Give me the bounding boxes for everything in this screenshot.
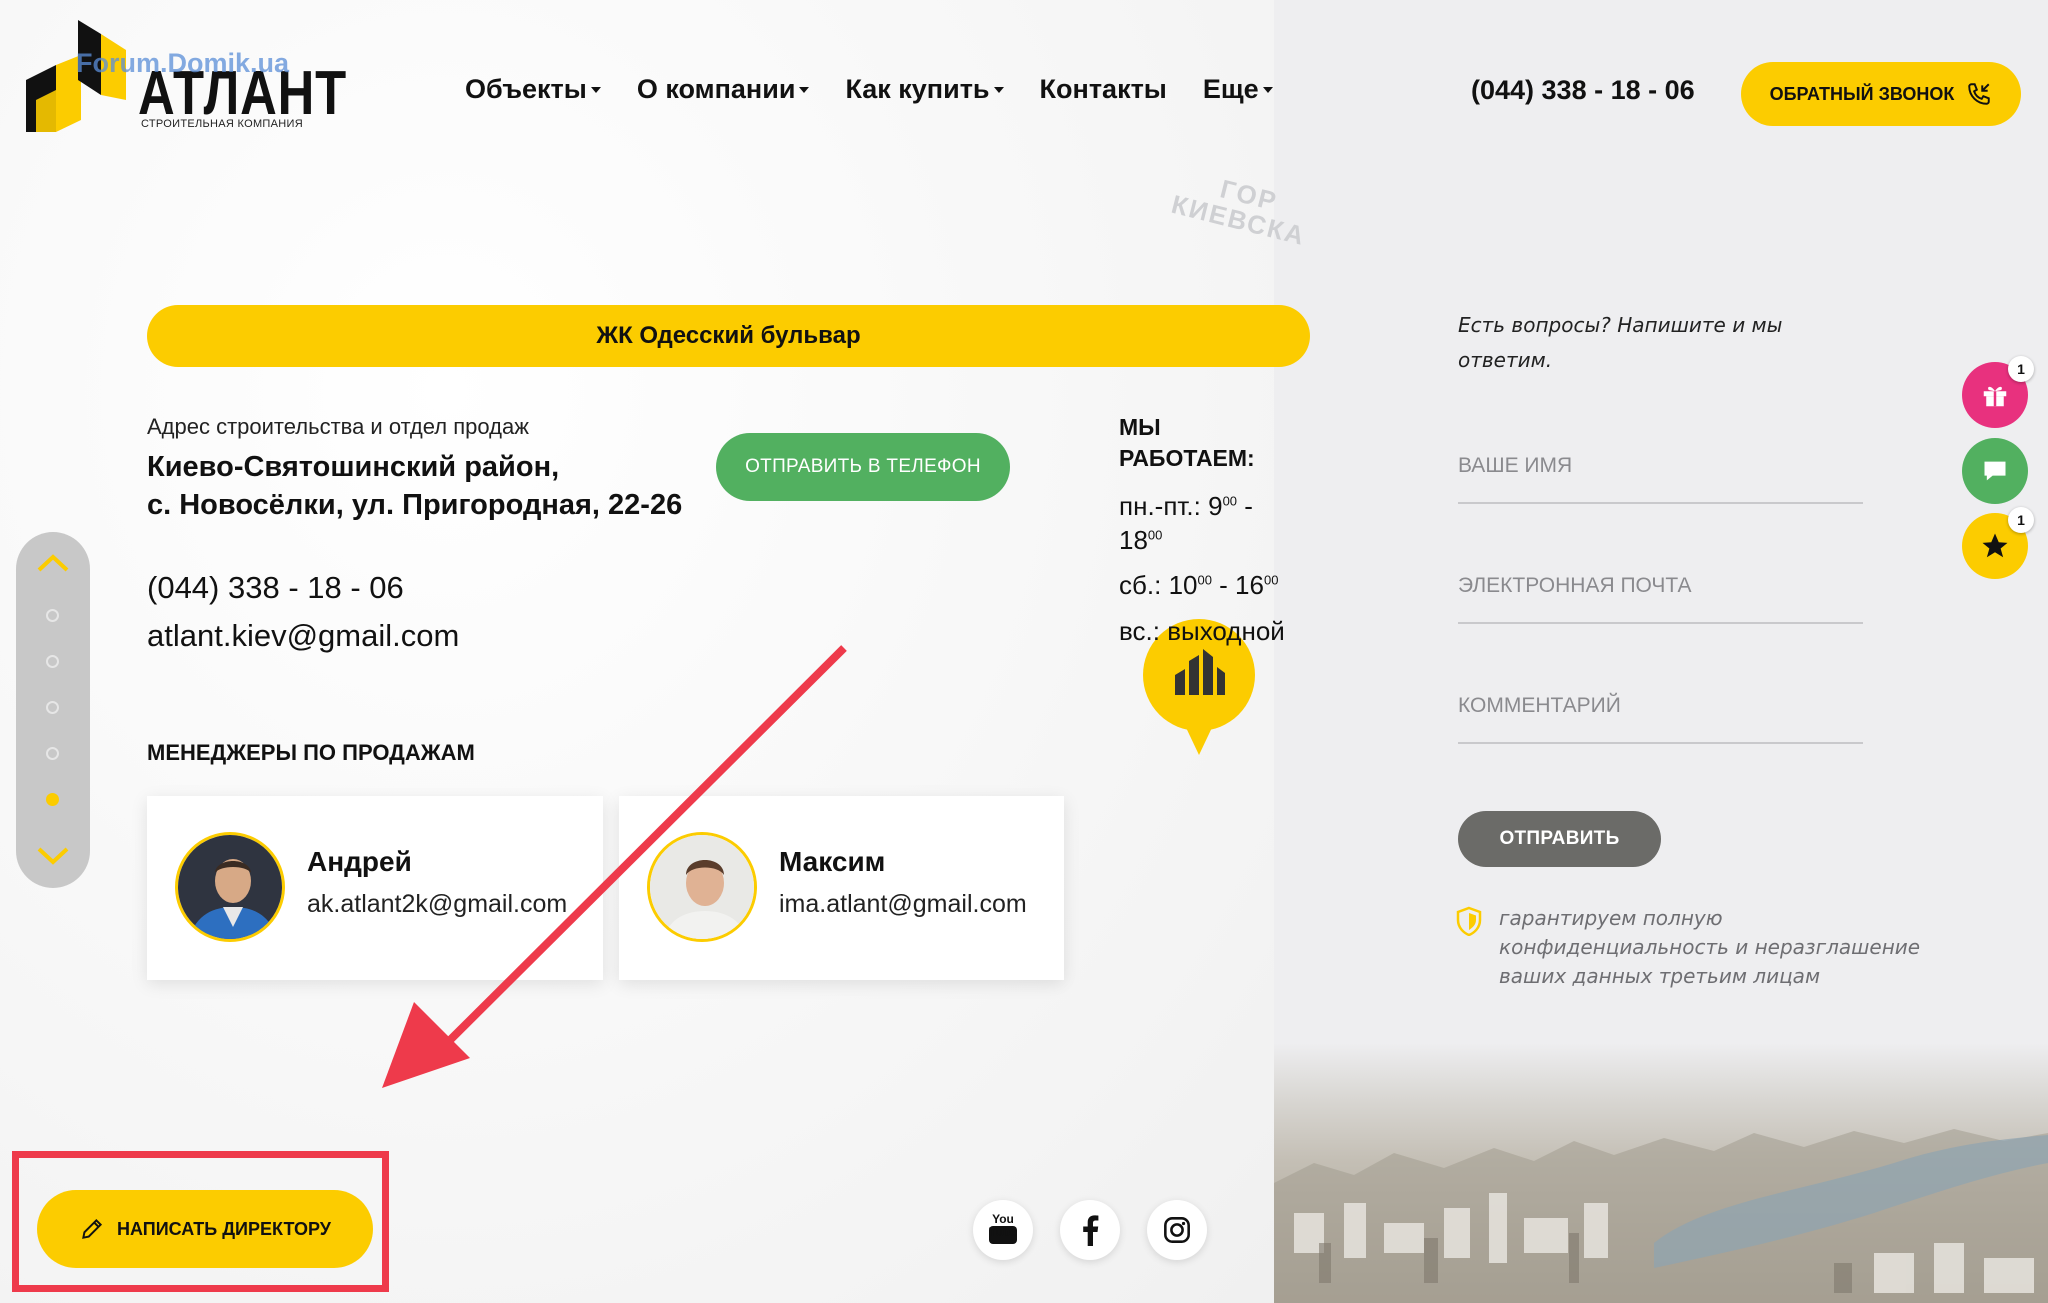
email-field-placeholder: ЭЛЕКТРОННАЯ ПОЧТА — [1458, 574, 1692, 597]
project-title-bar: ЖК Одесский бульвар — [147, 305, 1310, 367]
hours-title: МЫ РАБОТАЕМ: — [1119, 412, 1255, 474]
hours-weekdays-end-hour: 18 — [1119, 525, 1148, 555]
hours-weekdays-start: пн.-пт.: 9 — [1119, 491, 1223, 521]
chevron-down-icon — [799, 86, 810, 93]
manager-name: Максим — [779, 846, 886, 877]
chevron-down-icon — [1262, 86, 1273, 93]
slider-dot-3[interactable] — [46, 701, 59, 714]
hours-saturday-start: сб.: 10 — [1119, 570, 1198, 600]
manager-email[interactable]: ak.atlant2k@gmail.com — [307, 890, 567, 919]
shield-icon — [1456, 906, 1482, 936]
contact-phone[interactable]: (044) 338 - 18 - 06 — [147, 570, 404, 606]
city-panorama-image — [1274, 1043, 2048, 1303]
nav-contacts-label: Контакты — [1039, 74, 1167, 104]
send-to-phone-label: ОТПРАВИТЬ В ТЕЛЕФОН — [745, 456, 981, 477]
hours-weekdays-end-minutes: 00 — [1147, 527, 1163, 543]
callback-button[interactable]: ОБРАТНЫЙ ЗВОНОК — [1741, 62, 2021, 126]
comment-field[interactable]: КОММЕНТАРИЙ — [1458, 694, 1863, 744]
submit-button-label: ОТПРАВИТЬ — [1499, 828, 1620, 849]
hours-saturday-start-minutes: 00 — [1197, 572, 1212, 588]
chevron-down-icon — [590, 86, 601, 93]
avatar — [647, 832, 757, 942]
send-to-phone-button[interactable]: ОТПРАВИТЬ В ТЕЛЕФОН — [716, 433, 1010, 501]
manager-name: Андрей — [307, 846, 412, 877]
main-nav: Объекты О компании Как купить Контакты Е… — [465, 74, 1273, 105]
callback-button-label: ОБРАТНЫЙ ЗВОНОК — [1769, 83, 1955, 104]
submit-button[interactable]: ОТПРАВИТЬ — [1458, 811, 1661, 867]
hours-sunday: вс.: выходной — [1119, 616, 1285, 646]
nav-objects[interactable]: Объекты — [465, 74, 601, 105]
nav-more[interactable]: Еще — [1203, 74, 1273, 105]
address-label: Адрес строительства и отдел продаж — [147, 414, 529, 439]
manager-email[interactable]: ima.atlant@gmail.com — [779, 890, 1027, 919]
address-line-2: с. Новосёлки, ул. Пригородная, 22-26 — [147, 489, 683, 521]
favorites-badge: 1 — [2008, 507, 2034, 533]
address-line-1: Киево-Святошинский район, — [147, 451, 560, 483]
hours-title-line1: МЫ — [1119, 414, 1161, 440]
hours-weekdays-dash: - — [1237, 491, 1253, 521]
hours-weekdays-start-minutes: 00 — [1222, 493, 1238, 509]
company-logo[interactable]: АТЛАНТ СТРОИТЕЛЬНАЯ КОМПАНИЯ Forum.Domik… — [26, 20, 346, 132]
nav-objects-label: Объекты — [465, 74, 587, 104]
chevron-down-icon — [993, 86, 1004, 93]
hours-title-line2: РАБОТАЕМ: — [1119, 445, 1255, 471]
annotation-highlight-box — [12, 1151, 389, 1292]
nav-about-label: О компании — [636, 74, 796, 104]
hours-weekdays-end: 1800 — [1119, 525, 1162, 556]
email-field[interactable]: ЭЛЕКТРОННАЯ ПОЧТА — [1458, 574, 1863, 624]
comment-field-placeholder: КОММЕНТАРИЙ — [1458, 694, 1621, 717]
gift-icon — [1983, 386, 2007, 407]
chevron-up-icon[interactable] — [35, 552, 71, 574]
favorites-button[interactable]: 1 — [1962, 507, 2034, 579]
youtube-link[interactable]: You Tube — [973, 1200, 1033, 1260]
nav-how-to-buy[interactable]: Как купить — [845, 74, 1004, 105]
nav-contacts[interactable]: Контакты — [1040, 74, 1167, 105]
brand-subtitle: СТРОИТЕЛЬНАЯ КОМПАНИЯ — [141, 118, 303, 130]
slider-dot-4[interactable] — [46, 747, 59, 760]
slider-dot-2[interactable] — [46, 655, 59, 668]
avatar — [175, 832, 285, 942]
facebook-icon — [1083, 1215, 1099, 1246]
hours-saturday-end: - 16 — [1211, 570, 1264, 600]
youtube-label: You Tube — [989, 1212, 1017, 1239]
chat-icon — [1984, 461, 2006, 481]
gift-button[interactable]: 1 — [1962, 356, 2034, 428]
slider-dot-5[interactable] — [46, 793, 59, 806]
nav-about[interactable]: О компании — [637, 74, 810, 105]
privacy-note: гарантируем полную конфиденциальность и … — [1499, 906, 1921, 988]
section-slider — [16, 532, 90, 888]
star-icon — [1982, 533, 2008, 558]
hours-weekdays: пн.-пт.: 900 - — [1119, 491, 1253, 522]
instagram-link[interactable] — [1147, 1200, 1207, 1260]
instagram-icon — [1164, 1217, 1190, 1243]
name-field-placeholder: ВАШЕ ИМЯ — [1458, 454, 1573, 477]
project-title: ЖК Одесский бульвар — [596, 322, 861, 349]
slider-dot-1[interactable] — [46, 609, 59, 622]
facebook-link[interactable] — [1060, 1200, 1120, 1260]
manager-card: Андрей ak.atlant2k@gmail.com — [147, 796, 603, 980]
hours-saturday: сб.: 1000 - 1600 — [1119, 570, 1278, 601]
chat-button[interactable] — [1962, 438, 2028, 504]
chevron-down-icon[interactable] — [35, 845, 71, 867]
form-background — [1274, 0, 2048, 1303]
gift-badge: 1 — [2008, 356, 2034, 382]
manager-card: Максим ima.atlant@gmail.com — [619, 796, 1064, 980]
form-intro: Есть вопросы? Напишите и мы ответим. — [1458, 313, 1783, 372]
name-field[interactable]: ВАШЕ ИМЯ — [1458, 454, 1863, 504]
managers-title: МЕНЕДЖЕРЫ ПО ПРОДАЖАМ — [147, 740, 475, 765]
phone-incoming-icon — [1968, 83, 1991, 105]
header-phone[interactable]: (044) 338 - 18 - 06 — [1471, 75, 1695, 106]
nav-how-to-buy-label: Как купить — [845, 74, 990, 104]
forum-watermark: Forum.Domik.ua — [76, 48, 290, 78]
contact-email[interactable]: atlant.kiev@gmail.com — [147, 618, 459, 654]
hours-saturday-end-minutes: 00 — [1263, 572, 1279, 588]
nav-more-label: Еще — [1202, 74, 1259, 104]
